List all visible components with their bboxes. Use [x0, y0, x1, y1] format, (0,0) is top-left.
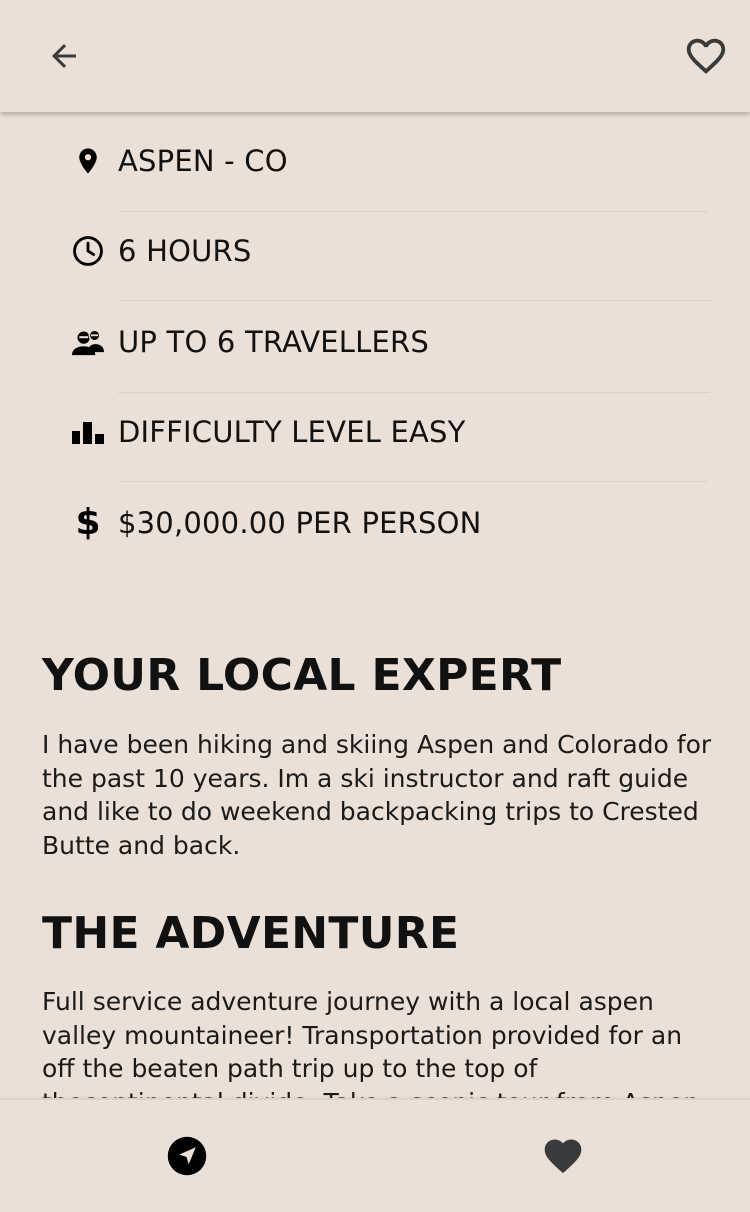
- detail-row-location: ASPEN - CO: [70, 131, 710, 191]
- dollar-icon: $: [75, 502, 101, 543]
- divider: [118, 392, 710, 393]
- heart-filled-icon: [544, 1139, 582, 1174]
- heart-outline-icon: [686, 38, 726, 74]
- divider: [118, 211, 708, 212]
- divider: [118, 300, 710, 301]
- clock-icon: [70, 233, 106, 269]
- detail-row-difficulty: DIFFICULTY LEVEL EASY: [70, 402, 710, 462]
- difficulty-bars-icon: [70, 414, 106, 450]
- detail-row-travellers: UP TO 6 TRAVELLERS: [70, 312, 710, 372]
- travellers-icon: [70, 324, 106, 360]
- bottom-navigation: [0, 1098, 750, 1212]
- detail-duration-text: 6 HOURS: [118, 234, 252, 268]
- top-app-bar: [0, 0, 750, 112]
- location-pin-icon: [70, 143, 106, 179]
- favorite-button[interactable]: [682, 32, 730, 80]
- divider: [118, 481, 708, 482]
- arrow-left-icon: [52, 44, 76, 68]
- adventure-description: Full service adventure journey with a lo…: [42, 987, 699, 1098]
- local-expert-title: YOUR LOCAL EXPERT: [42, 650, 562, 701]
- detail-travellers-text: UP TO 6 TRAVELLERS: [118, 325, 429, 359]
- nav-explore-button[interactable]: [157, 1126, 217, 1186]
- navigation-arrow-icon: [167, 1136, 207, 1176]
- detail-location-text: ASPEN - CO: [118, 144, 288, 178]
- detail-content[interactable]: ASPEN - CO 6 HOURS UP TO 6 TRAVELLERS DI…: [0, 112, 750, 1098]
- back-button[interactable]: [40, 32, 88, 80]
- nav-favorites-button[interactable]: [533, 1126, 593, 1186]
- detail-row-duration: 6 HOURS: [70, 221, 710, 281]
- detail-difficulty-text: DIFFICULTY LEVEL EASY: [118, 415, 466, 449]
- detail-row-price: $ $30,000.00 PER PERSON: [70, 493, 710, 553]
- local-expert-description: I have been hiking and skiing Aspen and …: [42, 730, 712, 860]
- detail-price-text: $30,000.00 PER PERSON: [118, 506, 482, 540]
- adventure-title: THE ADVENTURE: [42, 908, 460, 959]
